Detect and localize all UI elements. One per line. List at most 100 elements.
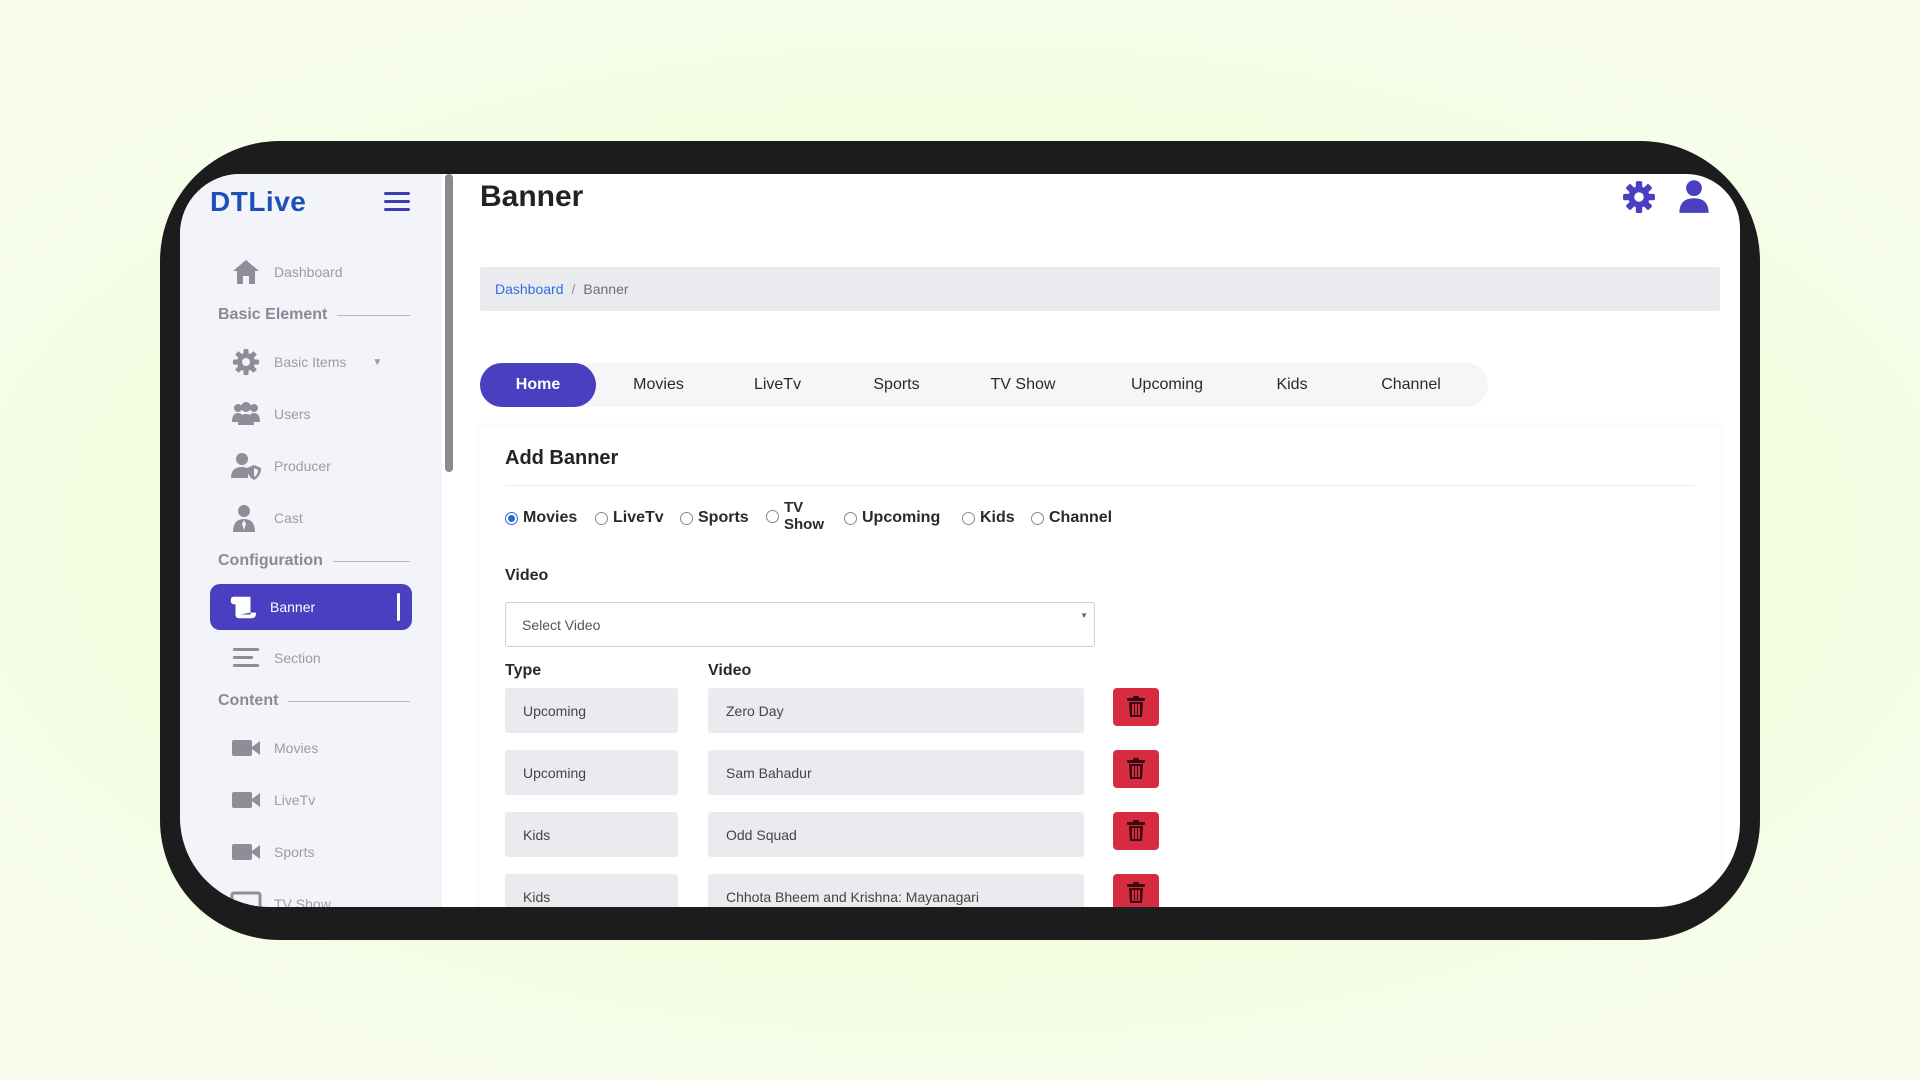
video-label: Video: [505, 567, 549, 584]
sidebar-item-label: Sports: [274, 844, 315, 860]
radio-channel[interactable]: Channel: [1031, 509, 1112, 527]
app-screen: DTLive Dashboard Basic Element Basic Ite…: [180, 174, 1740, 907]
radio-upcoming[interactable]: Upcoming: [844, 509, 940, 527]
video-camera-icon: [232, 792, 260, 808]
trash-icon: [1127, 758, 1145, 779]
sidebar-item-label: LiveTv: [274, 792, 316, 808]
section-heading-label: Content: [218, 692, 279, 709]
hamburger-menu-icon[interactable]: [384, 192, 410, 212]
radio-button[interactable]: [595, 511, 608, 525]
tab-channel[interactable]: Channel: [1337, 363, 1485, 407]
row-video-field[interactable]: Sam Bahadur: [708, 750, 1084, 795]
breadcrumb-current: Banner: [583, 281, 629, 297]
sidebar: DTLive Dashboard Basic Element Basic Ite…: [180, 174, 442, 907]
tab-sports[interactable]: Sports: [834, 363, 959, 407]
sidebar-item-users[interactable]: Users: [230, 398, 311, 430]
radio-button[interactable]: [844, 511, 857, 525]
row-type-field[interactable]: Upcoming: [505, 750, 678, 795]
card-title: Add Banner: [505, 447, 619, 469]
breadcrumb-separator: /: [571, 281, 576, 297]
radio-button[interactable]: [1031, 511, 1044, 525]
tab-bar: Home Movies LiveTv Sports TV Show Upcomi…: [480, 363, 1488, 407]
gear-icon: [233, 349, 259, 375]
user-tie-icon: [233, 505, 255, 532]
sidebar-item-tvshow[interactable]: TV Show: [230, 888, 331, 907]
radio-movies[interactable]: Movies: [505, 509, 577, 527]
sidebar-item-livetv[interactable]: LiveTv: [230, 784, 315, 816]
users-icon: [232, 402, 260, 425]
tab-home[interactable]: Home: [480, 363, 596, 407]
sidebar-item-cast[interactable]: Cast: [230, 502, 303, 534]
radio-label: Channel: [1049, 509, 1113, 526]
sidebar-item-label: TV Show: [274, 896, 331, 907]
sidebar-item-basic-items[interactable]: Basic Items ▼: [230, 346, 382, 378]
sidebar-item-sports[interactable]: Sports: [230, 836, 314, 868]
delete-row-button[interactable]: [1113, 750, 1159, 788]
radio-label: TV Show: [784, 499, 824, 533]
radio-label: LiveTv: [613, 509, 664, 526]
radio-button[interactable]: [962, 511, 975, 525]
type-column-header: Type: [505, 662, 542, 679]
delete-row-button[interactable]: [1113, 688, 1159, 726]
settings-gear-icon[interactable]: [1622, 180, 1656, 214]
sidebar-item-label: Basic Items: [274, 354, 347, 370]
select-video-dropdown[interactable]: Select Video ▼: [505, 602, 1095, 647]
sidebar-item-label: Movies: [274, 740, 319, 756]
sidebar-item-label: Section: [274, 650, 321, 666]
video-camera-icon: [232, 844, 260, 860]
radio-label: Sports: [698, 509, 749, 526]
tab-kids[interactable]: Kids: [1247, 363, 1337, 407]
video-column-header: Video: [708, 662, 752, 679]
tab-livetv[interactable]: LiveTv: [721, 363, 834, 407]
app-logo[interactable]: DTLive: [210, 186, 306, 218]
trash-icon: [1127, 882, 1145, 903]
radio-kids[interactable]: Kids: [962, 509, 1015, 527]
section-heading-configuration: Configuration: [218, 552, 410, 570]
user-shield-icon: [231, 453, 261, 480]
tab-tvshow[interactable]: TV Show: [959, 363, 1087, 407]
radio-livetv[interactable]: LiveTv: [595, 509, 664, 527]
radio-tvshow[interactable]: TV Show: [766, 499, 829, 533]
row-video-field[interactable]: Zero Day: [708, 688, 1084, 733]
sidebar-scrollbar[interactable]: [445, 174, 453, 472]
section-heading-label: Configuration: [218, 552, 323, 569]
select-placeholder: Select Video: [522, 616, 601, 633]
radio-label: Movies: [523, 509, 578, 526]
sidebar-item-label: Banner: [270, 599, 316, 615]
sidebar-item-label: Producer: [274, 458, 331, 474]
radio-label: Upcoming: [862, 509, 941, 526]
section-heading-basic: Basic Element: [218, 306, 410, 324]
row-video-field[interactable]: Chhota Bheem and Krishna: Mayanagari: [708, 874, 1084, 907]
sidebar-item-movies[interactable]: Movies: [230, 732, 318, 764]
sidebar-item-section[interactable]: Section: [230, 642, 321, 674]
row-type-field[interactable]: Kids: [505, 874, 678, 907]
divider: [505, 485, 1695, 486]
row-type-field[interactable]: Kids: [505, 812, 678, 857]
home-icon: [233, 260, 259, 284]
breadcrumb-link-dashboard[interactable]: Dashboard: [495, 281, 564, 297]
sidebar-item-label: Dashboard: [274, 264, 343, 280]
user-profile-icon[interactable]: [1676, 178, 1712, 214]
chevron-down-icon: ▼: [372, 356, 383, 368]
tab-movies[interactable]: Movies: [596, 363, 721, 407]
sidebar-item-label: Cast: [274, 510, 303, 526]
radio-label: Kids: [980, 509, 1015, 526]
radio-button-selected[interactable]: [505, 511, 518, 525]
list-icon: [233, 648, 259, 667]
sidebar-item-dashboard[interactable]: Dashboard: [230, 256, 343, 288]
delete-row-button[interactable]: [1113, 874, 1159, 907]
radio-button[interactable]: [680, 511, 693, 525]
radio-sports[interactable]: Sports: [680, 509, 749, 527]
sidebar-item-producer[interactable]: Producer: [230, 450, 331, 482]
scroll-icon: [230, 596, 257, 619]
tab-upcoming[interactable]: Upcoming: [1087, 363, 1247, 407]
row-video-field[interactable]: Odd Squad: [708, 812, 1084, 857]
delete-row-button[interactable]: [1113, 812, 1159, 850]
tv-icon: [230, 891, 262, 907]
dropdown-arrow-icon: ▼: [1080, 611, 1088, 620]
section-heading-label: Basic Element: [218, 306, 328, 323]
radio-button[interactable]: [766, 509, 779, 523]
sidebar-item-banner[interactable]: Banner: [210, 584, 412, 630]
video-camera-icon: [232, 740, 260, 756]
row-type-field[interactable]: Upcoming: [505, 688, 678, 733]
